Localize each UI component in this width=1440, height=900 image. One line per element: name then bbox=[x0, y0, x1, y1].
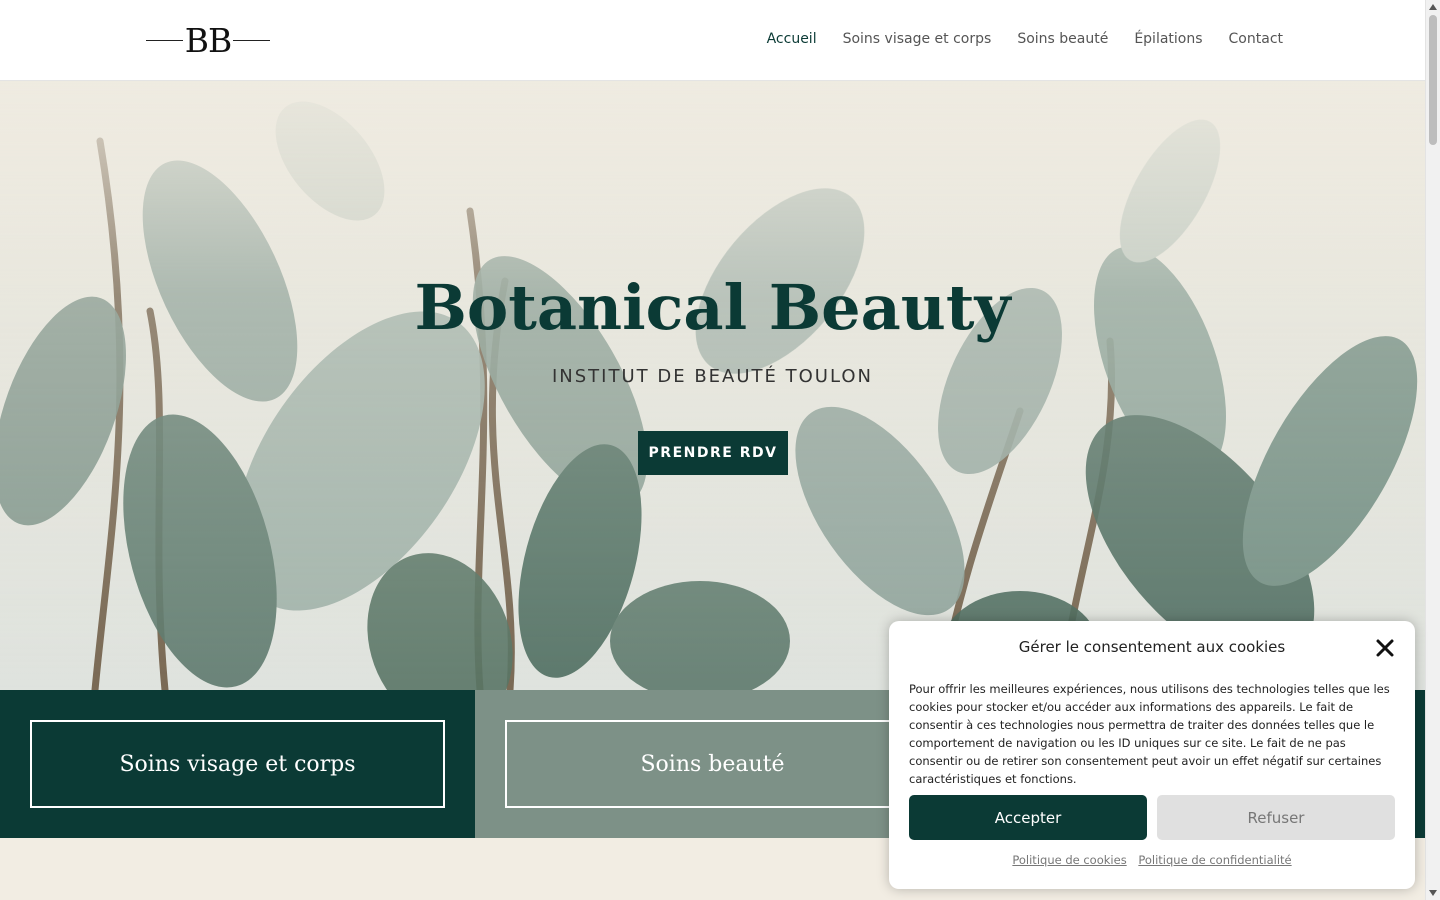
hero-title: Botanical Beauty bbox=[414, 271, 1011, 344]
cookie-consent-dialog: Gérer le consentement aux cookies Pour o… bbox=[889, 621, 1415, 889]
cookie-policy-links: Politique de cookies Politique de confid… bbox=[889, 853, 1415, 867]
refuse-cookies-button[interactable]: Refuser bbox=[1157, 795, 1395, 840]
close-icon[interactable] bbox=[1375, 638, 1395, 658]
hero-subtitle: INSTITUT DE BEAUTÉ TOULON bbox=[551, 366, 873, 387]
scroll-up-arrow-icon[interactable] bbox=[1429, 4, 1437, 10]
scrollbar-thumb[interactable] bbox=[1429, 15, 1437, 145]
logo-text: BB bbox=[184, 21, 233, 60]
nav-item-soins-beaute[interactable]: Soins beauté bbox=[1017, 29, 1108, 49]
card-soins-visage-corps: Soins visage et corps bbox=[0, 690, 475, 838]
main-nav: Accueil Soins visage et corps Soins beau… bbox=[767, 29, 1283, 49]
site-header: BB Accueil Soins visage et corps Soins b… bbox=[0, 0, 1425, 81]
site-logo[interactable]: BB bbox=[146, 22, 270, 60]
page-scrollbar[interactable] bbox=[1425, 0, 1440, 900]
hero-section: Botanical Beauty INSTITUT DE BEAUTÉ TOUL… bbox=[0, 81, 1425, 690]
card-link-soins-visage-corps[interactable]: Soins visage et corps bbox=[30, 720, 445, 808]
nav-item-soins-visage-corps[interactable]: Soins visage et corps bbox=[843, 29, 992, 49]
card-link-soins-beaute[interactable]: Soins beauté bbox=[505, 720, 920, 808]
accept-cookies-button[interactable]: Accepter bbox=[909, 795, 1147, 840]
cookie-dialog-title: Gérer le consentement aux cookies bbox=[1018, 638, 1286, 656]
cookie-description: Pour offrir les meilleures expériences, … bbox=[909, 682, 1390, 786]
cookie-policy-link[interactable]: Politique de cookies bbox=[1012, 853, 1126, 867]
privacy-policy-link[interactable]: Politique de confidentialité bbox=[1138, 853, 1291, 867]
scroll-down-arrow-icon[interactable] bbox=[1429, 890, 1437, 896]
card-soins-beaute: Soins beauté bbox=[475, 690, 950, 838]
nav-item-accueil[interactable]: Accueil bbox=[767, 29, 817, 49]
logo-line-right bbox=[233, 40, 270, 41]
nav-item-contact[interactable]: Contact bbox=[1229, 29, 1283, 49]
nav-item-epilations[interactable]: Épilations bbox=[1134, 29, 1202, 49]
book-appointment-button[interactable]: PRENDRE RDV bbox=[638, 431, 788, 475]
